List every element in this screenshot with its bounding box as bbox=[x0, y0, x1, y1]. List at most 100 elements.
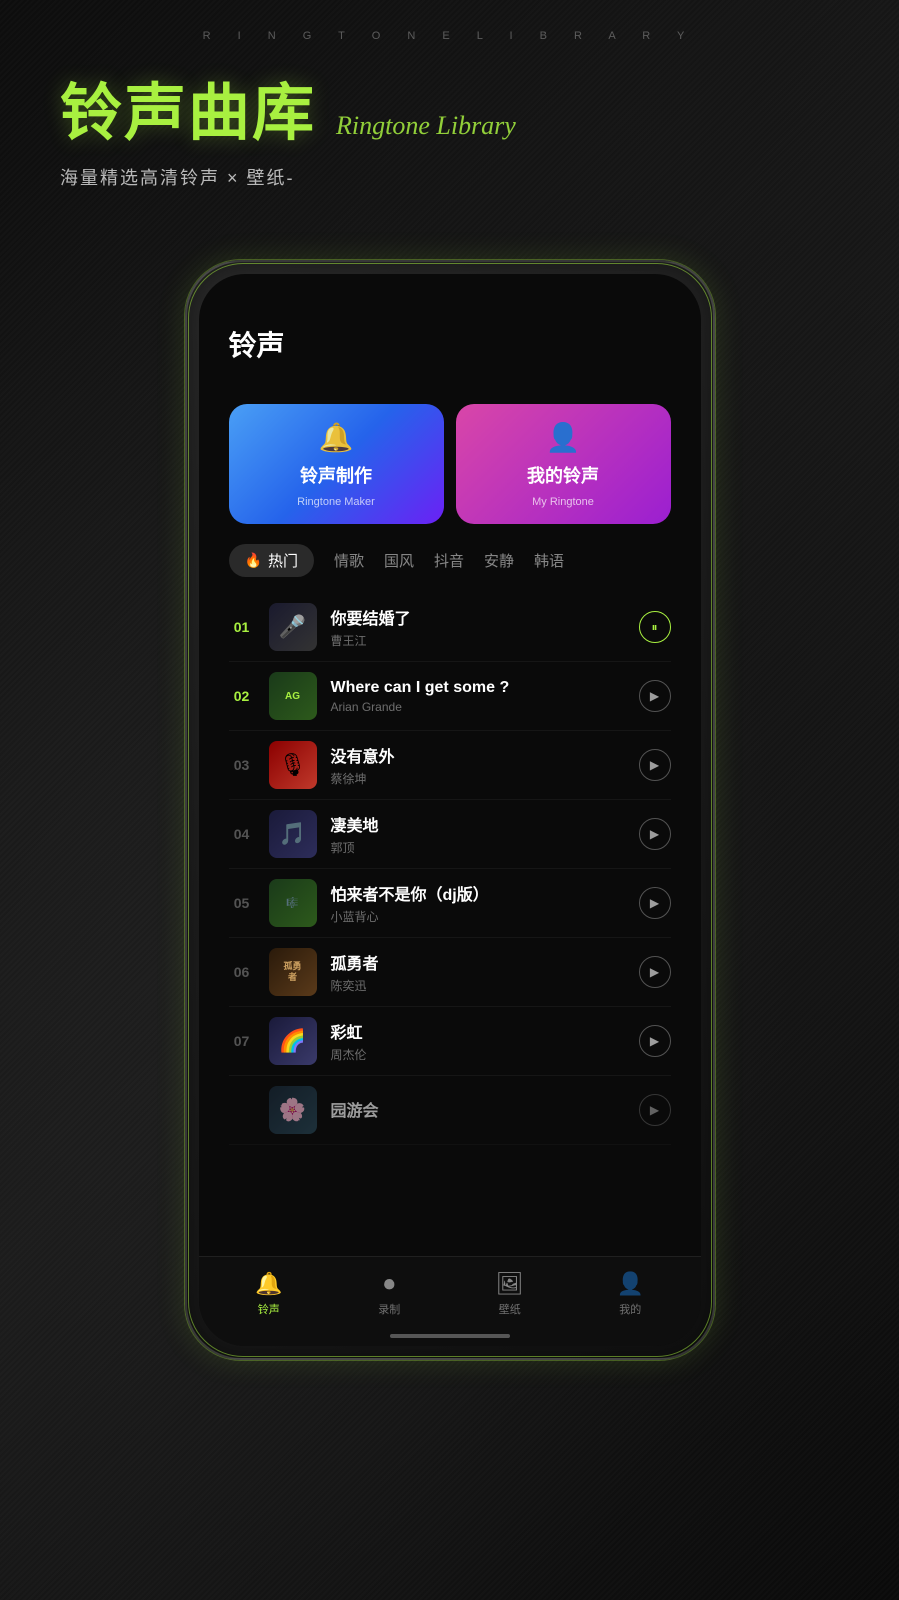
list-item[interactable]: 03 🎙 没有意外 蔡徐坤 ▶ bbox=[229, 731, 671, 800]
song-artist: 陈奕迅 bbox=[331, 977, 625, 994]
tab-love[interactable]: 情歌 bbox=[334, 550, 364, 571]
play-icon: ▶ bbox=[650, 758, 659, 772]
tab-hot-label: 热门 bbox=[268, 550, 298, 571]
song-thumbnail: 🌈 bbox=[269, 1017, 317, 1065]
song-number: 05 bbox=[229, 895, 255, 911]
my-label-en: My Ringtone bbox=[532, 496, 594, 508]
nav-ringtone[interactable]: 🔔 铃声 bbox=[209, 1271, 330, 1317]
song-info: 怕来者不是你（dj版） 小蓝背心 bbox=[331, 881, 625, 925]
nav-mine[interactable]: 👤 我的 bbox=[570, 1271, 691, 1317]
song-thumbnail: 🎼 bbox=[269, 879, 317, 927]
play-icon: ▶ bbox=[650, 965, 659, 979]
list-item[interactable]: 05 🎼 怕来者不是你（dj版） 小蓝背心 ▶ bbox=[229, 869, 671, 938]
title-row: 铃声曲库 Ringtone Library bbox=[60, 62, 839, 152]
nav-wallpaper[interactable]: 🖼 壁纸 bbox=[450, 1271, 571, 1317]
subtitle: 海量精选高清铃声 × 壁纸- bbox=[60, 164, 839, 190]
fire-icon: 🔥 bbox=[245, 552, 262, 569]
song-info: 彩虹 周杰伦 bbox=[331, 1019, 625, 1063]
cards-row: 🔔 铃声制作 Ringtone Maker 👤 我的铃声 My Ringtone bbox=[199, 404, 701, 544]
song-title: 你要结婚了 bbox=[331, 605, 625, 629]
top-label: R I N G T O N E L I B R A R Y bbox=[60, 30, 839, 42]
bottom-navigation: 🔔 铃声 ⏺ 录制 🖼 壁纸 👤 我的 bbox=[199, 1256, 701, 1346]
play-button[interactable]: ▶ bbox=[639, 818, 671, 850]
maker-label-cn: 铃声制作 bbox=[300, 462, 372, 488]
nav-mine-label: 我的 bbox=[619, 1301, 641, 1317]
song-info: 园游会 bbox=[331, 1097, 625, 1124]
song-title: Where can I get some ? bbox=[331, 679, 625, 697]
play-icon: ▶ bbox=[650, 827, 659, 841]
song-thumbnail: AG bbox=[269, 672, 317, 720]
song-number: 04 bbox=[229, 826, 255, 842]
song-artist: 周杰伦 bbox=[331, 1046, 625, 1063]
category-tabs: 🔥 热门 情歌 国风 抖音 安静 韩语 bbox=[199, 544, 701, 593]
list-item[interactable]: 07 🌈 彩虹 周杰伦 ▶ bbox=[229, 1007, 671, 1076]
play-button[interactable]: ▶ bbox=[639, 1094, 671, 1126]
tab-douyin[interactable]: 抖音 bbox=[434, 550, 464, 571]
song-number: 03 bbox=[229, 757, 255, 773]
play-icon: ▶ bbox=[650, 1034, 659, 1048]
play-button[interactable]: ▶ bbox=[639, 749, 671, 781]
play-button[interactable]: ▶ bbox=[639, 956, 671, 988]
page-header: R I N G T O N E L I B R A R Y 铃声曲库 Ringt… bbox=[0, 0, 899, 190]
my-ringtone-card[interactable]: 👤 我的铃声 My Ringtone bbox=[456, 404, 671, 524]
play-button[interactable]: ▶ bbox=[639, 1025, 671, 1057]
song-thumbnail: 🎵 bbox=[269, 810, 317, 858]
song-artist: 郭顶 bbox=[331, 839, 625, 856]
song-info: 没有意外 蔡徐坤 bbox=[331, 743, 625, 787]
song-number: 01 bbox=[229, 619, 255, 635]
ringtone-nav-icon: 🔔 bbox=[255, 1271, 282, 1297]
play-button[interactable]: ▶ bbox=[639, 887, 671, 919]
ringtone-maker-card[interactable]: 🔔 铃声制作 Ringtone Maker bbox=[229, 404, 444, 524]
pause-icon: ⏸ bbox=[651, 620, 657, 635]
tab-korean[interactable]: 韩语 bbox=[534, 550, 564, 571]
play-icon: ▶ bbox=[650, 896, 659, 910]
home-indicator bbox=[390, 1334, 510, 1338]
nav-record-label: 录制 bbox=[378, 1301, 400, 1317]
phone-screen: 铃声 🔔 铃声制作 Ringtone Maker 👤 我的铃声 My Ringt… bbox=[199, 274, 701, 1346]
song-info: Where can I get some ? Arian Grande bbox=[331, 679, 625, 714]
song-artist: 蔡徐坤 bbox=[331, 770, 625, 787]
my-label-cn: 我的铃声 bbox=[527, 462, 599, 488]
song-thumbnail: 🎤 bbox=[269, 603, 317, 651]
song-thumbnail: 🌸 bbox=[269, 1086, 317, 1134]
tab-quiet[interactable]: 安静 bbox=[484, 550, 514, 571]
list-item[interactable]: 01 🎤 你要结婚了 曹王江 ⏸ bbox=[229, 593, 671, 662]
song-title: 怕来者不是你（dj版） bbox=[331, 881, 625, 905]
pause-button[interactable]: ⏸ bbox=[639, 611, 671, 643]
phone-outer-frame: 铃声 🔔 铃声制作 Ringtone Maker 👤 我的铃声 My Ringt… bbox=[185, 260, 715, 1360]
play-icon: ▶ bbox=[650, 689, 659, 703]
song-number: 07 bbox=[229, 1033, 255, 1049]
list-item[interactable]: 06 孤勇者 孤勇者 陈奕迅 ▶ bbox=[229, 938, 671, 1007]
song-number: 02 bbox=[229, 688, 255, 704]
song-title: 孤勇者 bbox=[331, 950, 625, 974]
record-nav-icon: ⏺ bbox=[384, 1271, 395, 1297]
app-title: 铃声 bbox=[229, 324, 671, 364]
tab-chinese[interactable]: 国风 bbox=[384, 550, 414, 571]
mine-nav-icon: 👤 bbox=[617, 1271, 644, 1297]
song-thumbnail: 孤勇者 bbox=[269, 948, 317, 996]
song-artist: 曹王江 bbox=[331, 632, 625, 649]
song-info: 孤勇者 陈奕迅 bbox=[331, 950, 625, 994]
song-info: 你要结婚了 曹王江 bbox=[331, 605, 625, 649]
song-number: 06 bbox=[229, 964, 255, 980]
list-item[interactable]: 🌸 园游会 ▶ bbox=[229, 1076, 671, 1145]
song-title: 园游会 bbox=[331, 1097, 625, 1121]
bell-icon: 🔔 bbox=[319, 421, 354, 454]
list-item[interactable]: 04 🎵 凄美地 郭顶 ▶ bbox=[229, 800, 671, 869]
song-title: 没有意外 bbox=[331, 743, 625, 767]
title-chinese: 铃声曲库 bbox=[60, 62, 316, 152]
list-item[interactable]: 02 AG Where can I get some ? Arian Grand… bbox=[229, 662, 671, 731]
person-icon: 👤 bbox=[546, 421, 581, 454]
play-button[interactable]: ▶ bbox=[639, 680, 671, 712]
song-title: 凄美地 bbox=[331, 812, 625, 836]
song-title: 彩虹 bbox=[331, 1019, 625, 1043]
maker-label-en: Ringtone Maker bbox=[297, 496, 375, 508]
screen-content: 铃声 🔔 铃声制作 Ringtone Maker 👤 我的铃声 My Ringt… bbox=[199, 274, 701, 1346]
nav-ringtone-label: 铃声 bbox=[258, 1301, 280, 1317]
tab-hot[interactable]: 🔥 热门 bbox=[229, 544, 314, 577]
song-info: 凄美地 郭顶 bbox=[331, 812, 625, 856]
song-artist: Arian Grande bbox=[331, 700, 625, 714]
song-thumbnail: 🎙 bbox=[269, 741, 317, 789]
nav-record[interactable]: ⏺ 录制 bbox=[329, 1271, 450, 1317]
title-english: Ringtone Library bbox=[336, 111, 516, 141]
